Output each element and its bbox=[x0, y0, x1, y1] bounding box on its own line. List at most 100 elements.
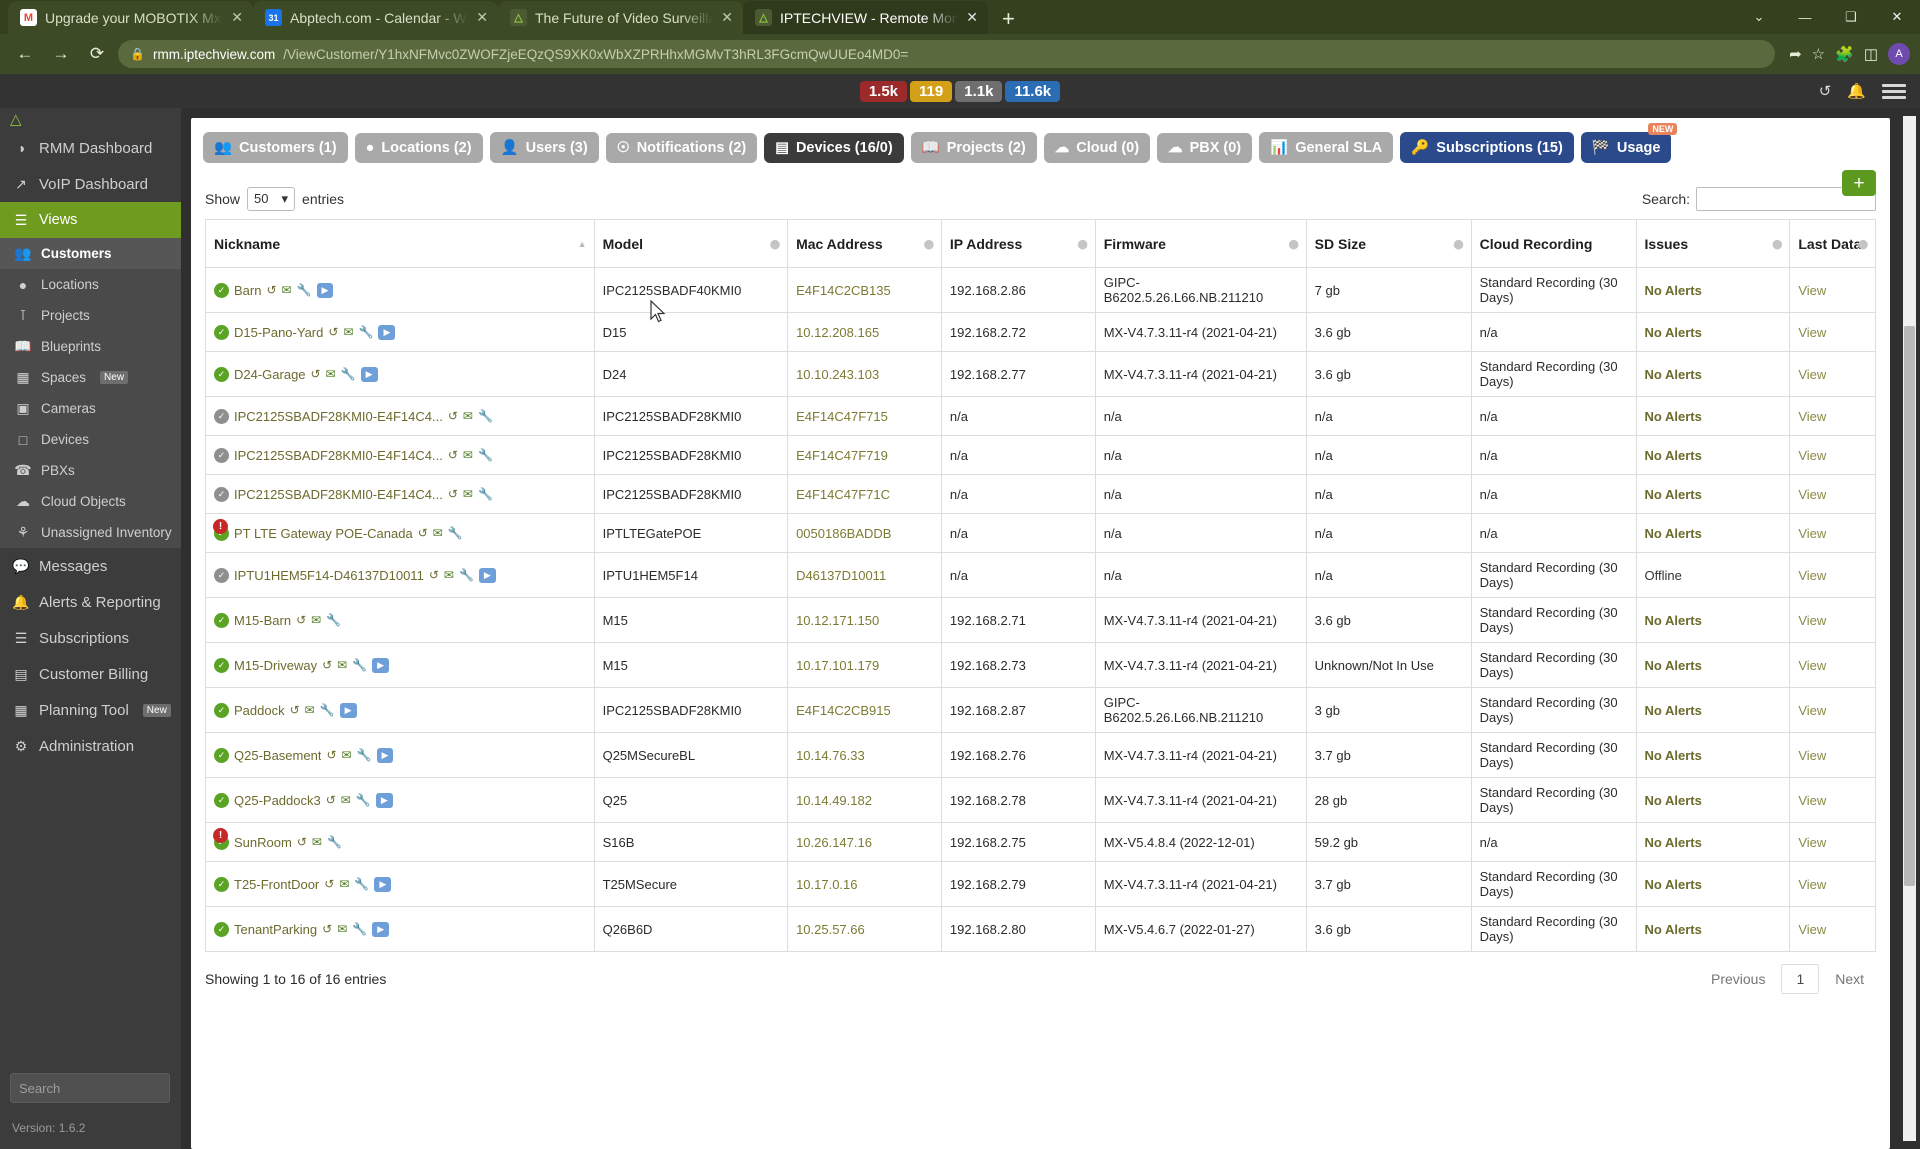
history-icon[interactable]: ↺ bbox=[418, 526, 428, 540]
history-icon[interactable]: ↺ bbox=[448, 448, 458, 462]
sidepanel-icon[interactable]: ◫ bbox=[1864, 45, 1878, 63]
mail-icon[interactable]: ✉ bbox=[343, 325, 353, 339]
column-header-model[interactable]: Model ⬤ bbox=[593, 219, 789, 268]
wrench-icon[interactable]: 🔧 bbox=[297, 283, 312, 297]
mac-link[interactable]: E4F14C47F71C bbox=[796, 487, 890, 502]
sidebar-item-subscriptions[interactable]: ☰ Subscriptions bbox=[0, 620, 181, 656]
view-link[interactable]: View bbox=[1798, 568, 1826, 583]
column-header-ip-address[interactable]: IP Address ⬤ bbox=[940, 219, 1096, 268]
device-name-link[interactable]: IPC2125SBADF28KMI0-E4F14C4... bbox=[234, 448, 443, 463]
tab-close-icon[interactable]: ✕ bbox=[231, 9, 243, 26]
mac-link[interactable]: 10.10.243.103 bbox=[796, 367, 879, 382]
mac-link[interactable]: E4F14C47F715 bbox=[796, 409, 888, 424]
device-name-link[interactable]: Paddock bbox=[234, 703, 285, 718]
wrench-icon[interactable]: 🔧 bbox=[448, 526, 463, 540]
mac-link[interactable]: 10.25.57.66 bbox=[796, 922, 865, 937]
sidebar-item-administration[interactable]: ⚙ Administration bbox=[0, 728, 181, 764]
sidebar-item-voip-dashboard[interactable]: ↗ VoIP Dashboard bbox=[0, 166, 181, 202]
page-number-1[interactable]: 1 bbox=[1781, 964, 1820, 994]
history-icon[interactable]: ↺ bbox=[296, 613, 306, 627]
video-icon[interactable]: ▶ bbox=[375, 792, 393, 808]
history-icon[interactable]: ↺ bbox=[322, 922, 332, 936]
mail-icon[interactable]: ✉ bbox=[311, 613, 321, 627]
page-scrollbar[interactable] bbox=[1903, 116, 1917, 1141]
history-icon[interactable]: ↺ bbox=[429, 568, 439, 582]
device-name-link[interactable]: SunRoom bbox=[234, 835, 292, 850]
mail-icon[interactable]: ✉ bbox=[341, 793, 351, 807]
device-name-link[interactable]: D15-Pano-Yard bbox=[234, 325, 323, 340]
column-header-firmware[interactable]: Firmware ⬤ bbox=[1094, 219, 1307, 268]
video-icon[interactable]: ▶ bbox=[339, 702, 357, 718]
extension-icon[interactable]: 🧩 bbox=[1835, 45, 1854, 63]
wrench-icon[interactable]: 🔧 bbox=[356, 793, 371, 807]
device-name-link[interactable]: M15-Barn bbox=[234, 613, 291, 628]
sidebar-item-blueprints[interactable]: 📖 Blueprints bbox=[0, 331, 181, 362]
new-tab-button[interactable]: + bbox=[988, 8, 1029, 34]
column-header-cloud-recording[interactable]: Cloud Recording bbox=[1470, 219, 1637, 268]
scrollbar-thumb[interactable] bbox=[1904, 326, 1916, 886]
video-icon[interactable]: ▶ bbox=[374, 876, 392, 892]
profile-avatar[interactable]: A bbox=[1888, 43, 1910, 65]
sidebar-item-spaces[interactable]: ▦ Spaces New bbox=[0, 362, 181, 393]
tab-devices[interactable]: ▤ Devices (16/0) bbox=[764, 132, 904, 163]
history-icon[interactable]: ↺ bbox=[324, 877, 334, 891]
counter-badge-critical[interactable]: 1.5k bbox=[859, 80, 908, 102]
view-link[interactable]: View bbox=[1798, 409, 1826, 424]
browser-tab-0[interactable]: M Upgrade your MOBOTIX MxMC t ✕ bbox=[8, 1, 253, 34]
wrench-icon[interactable]: 🔧 bbox=[327, 835, 342, 849]
mail-icon[interactable]: ✉ bbox=[312, 835, 322, 849]
window-close-button[interactable]: ✕ bbox=[1874, 9, 1920, 25]
tab-notifications[interactable]: ☉ Notifications (2) bbox=[605, 132, 758, 163]
device-name-link[interactable]: PT LTE Gateway POE-Canada bbox=[234, 526, 413, 541]
mac-link[interactable]: 10.17.0.16 bbox=[796, 877, 857, 892]
wrench-icon[interactable]: 🔧 bbox=[478, 409, 493, 423]
sidebar-item-customers[interactable]: 👥 Customers bbox=[0, 238, 181, 269]
mac-link[interactable]: 10.14.49.182 bbox=[796, 793, 872, 808]
extensions-chevron-icon[interactable]: ⌄ bbox=[1736, 9, 1782, 25]
device-name-link[interactable]: Q25-Paddock3 bbox=[234, 793, 321, 808]
mac-link[interactable]: 10.12.171.150 bbox=[796, 613, 879, 628]
sidebar-search-input[interactable]: Search bbox=[10, 1073, 170, 1103]
video-icon[interactable]: ▶ bbox=[360, 366, 378, 382]
mail-icon[interactable]: ✉ bbox=[433, 526, 443, 540]
wrench-icon[interactable]: 🔧 bbox=[459, 568, 474, 582]
wrench-icon[interactable]: 🔧 bbox=[352, 658, 367, 672]
mail-icon[interactable]: ✉ bbox=[282, 283, 292, 297]
sidebar-logo[interactable]: △ bbox=[0, 108, 181, 130]
video-icon[interactable]: ▶ bbox=[372, 657, 390, 673]
view-link[interactable]: View bbox=[1798, 748, 1826, 763]
back-icon[interactable]: ← bbox=[10, 44, 40, 64]
history-icon[interactable]: ↺ bbox=[297, 835, 307, 849]
counter-badge-warning[interactable]: 119 bbox=[910, 80, 953, 102]
tab-projects[interactable]: 📖 Projects (2) bbox=[910, 132, 1037, 163]
page-size-select[interactable]: 50 ▾ bbox=[247, 187, 296, 211]
mac-link[interactable]: 0050186BADDB bbox=[796, 526, 891, 541]
wrench-icon[interactable]: 🔧 bbox=[478, 448, 493, 462]
sidebar-item-cloud-objects[interactable]: ☁ Cloud Objects bbox=[0, 486, 181, 517]
mail-icon[interactable]: ✉ bbox=[342, 748, 352, 762]
video-icon[interactable]: ▶ bbox=[376, 747, 394, 763]
column-header-sd-size[interactable]: SD Size ⬤ bbox=[1305, 219, 1472, 268]
mac-link[interactable]: 10.26.147.16 bbox=[796, 835, 872, 850]
column-header-nickname[interactable]: Nickname ▲ bbox=[205, 219, 595, 268]
device-name-link[interactable]: TenantParking bbox=[234, 922, 317, 937]
view-link[interactable]: View bbox=[1798, 325, 1826, 340]
tab-locations[interactable]: ● Locations (2) bbox=[354, 132, 483, 163]
previous-page-button[interactable]: Previous bbox=[1699, 965, 1777, 993]
wrench-icon[interactable]: 🔧 bbox=[352, 922, 367, 936]
mail-icon[interactable]: ✉ bbox=[337, 658, 347, 672]
view-link[interactable]: View bbox=[1798, 367, 1826, 382]
mail-icon[interactable]: ✉ bbox=[305, 703, 315, 717]
view-link[interactable]: View bbox=[1798, 448, 1826, 463]
sidebar-item-rmm-dashboard[interactable]: ◑ RMM Dashboard bbox=[0, 130, 181, 166]
history-icon[interactable]: ↺ bbox=[266, 283, 276, 297]
view-link[interactable]: View bbox=[1798, 487, 1826, 502]
sidebar-item-messages[interactable]: 💬 Messages bbox=[0, 548, 181, 584]
browser-tab-1[interactable]: 31 Abptech.com - Calendar - Week o ✕ bbox=[253, 1, 498, 34]
next-page-button[interactable]: Next bbox=[1823, 965, 1876, 993]
mac-link[interactable]: E4F14C2CB915 bbox=[796, 703, 891, 718]
view-link[interactable]: View bbox=[1798, 835, 1826, 850]
notification-bell-icon[interactable]: 🔔 bbox=[1847, 82, 1866, 100]
device-name-link[interactable]: IPC2125SBADF28KMI0-E4F14C4... bbox=[234, 409, 443, 424]
wrench-icon[interactable]: 🔧 bbox=[354, 877, 369, 891]
